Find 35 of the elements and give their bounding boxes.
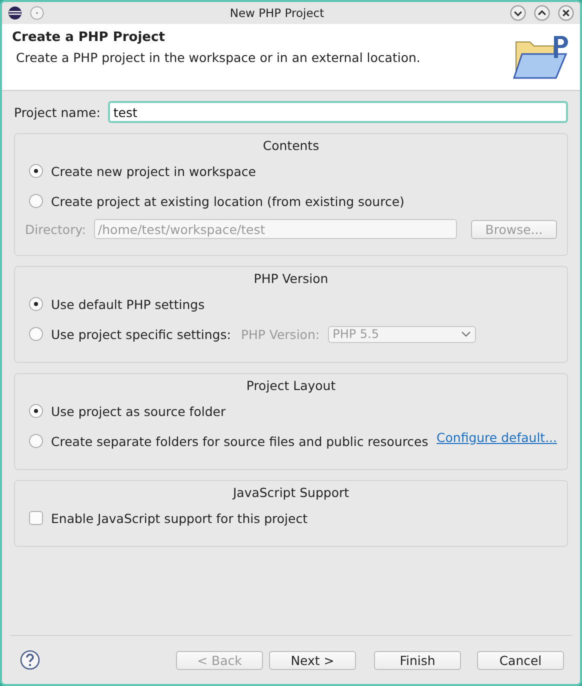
group-title: JavaScript Support [232,485,350,500]
option-label: Use default PHP settings [51,296,205,312]
caret-icon [460,331,471,337]
group-title: PHP Version [254,271,328,286]
dialog-button[interactable]: Finish [374,650,461,670]
radio-button[interactable] [29,327,43,341]
radio-button[interactable] [29,404,43,418]
directory-label: Directory: [25,222,86,236]
checkbox[interactable] [29,511,43,525]
radio-button[interactable] [29,164,43,178]
radio-button[interactable] [29,297,43,311]
group-title: Project Layout [246,378,336,393]
radio-button[interactable] [29,434,43,448]
php-version-label: PHP Version: [240,326,320,342]
group-title: Contents [262,138,320,153]
maximize-icon[interactable] [534,5,550,21]
checkbox-label: Enable JavaScript support for this project [51,510,308,526]
option-label: Create project at existing location (from existing source) [51,194,404,208]
option-label: Create separate folders for source files and public resources [51,434,428,448]
project-name-label: Project name: [14,104,100,120]
configure-default-link[interactable]: Configure default... [436,430,557,444]
page-description: Create a PHP project in the workspace or in an external location. [15,50,420,65]
dialog-button[interactable]: Cancel [477,650,564,670]
option-label: Create new project in workspace [51,164,256,178]
minimize-icon[interactable] [510,5,526,21]
help-icon[interactable] [20,650,40,670]
close-icon[interactable] [558,5,574,21]
option-label: Use project as source folder [51,404,226,418]
dialog-button[interactable]: Next > [269,650,356,670]
window-title: New PHP Project [228,6,326,20]
option-label: Use project specific settings: [51,326,231,342]
app-icon [8,6,22,20]
page-title: Create a PHP Project [12,30,166,45]
project-name-field[interactable]: test [108,101,568,123]
radio-button[interactable] [29,194,43,208]
